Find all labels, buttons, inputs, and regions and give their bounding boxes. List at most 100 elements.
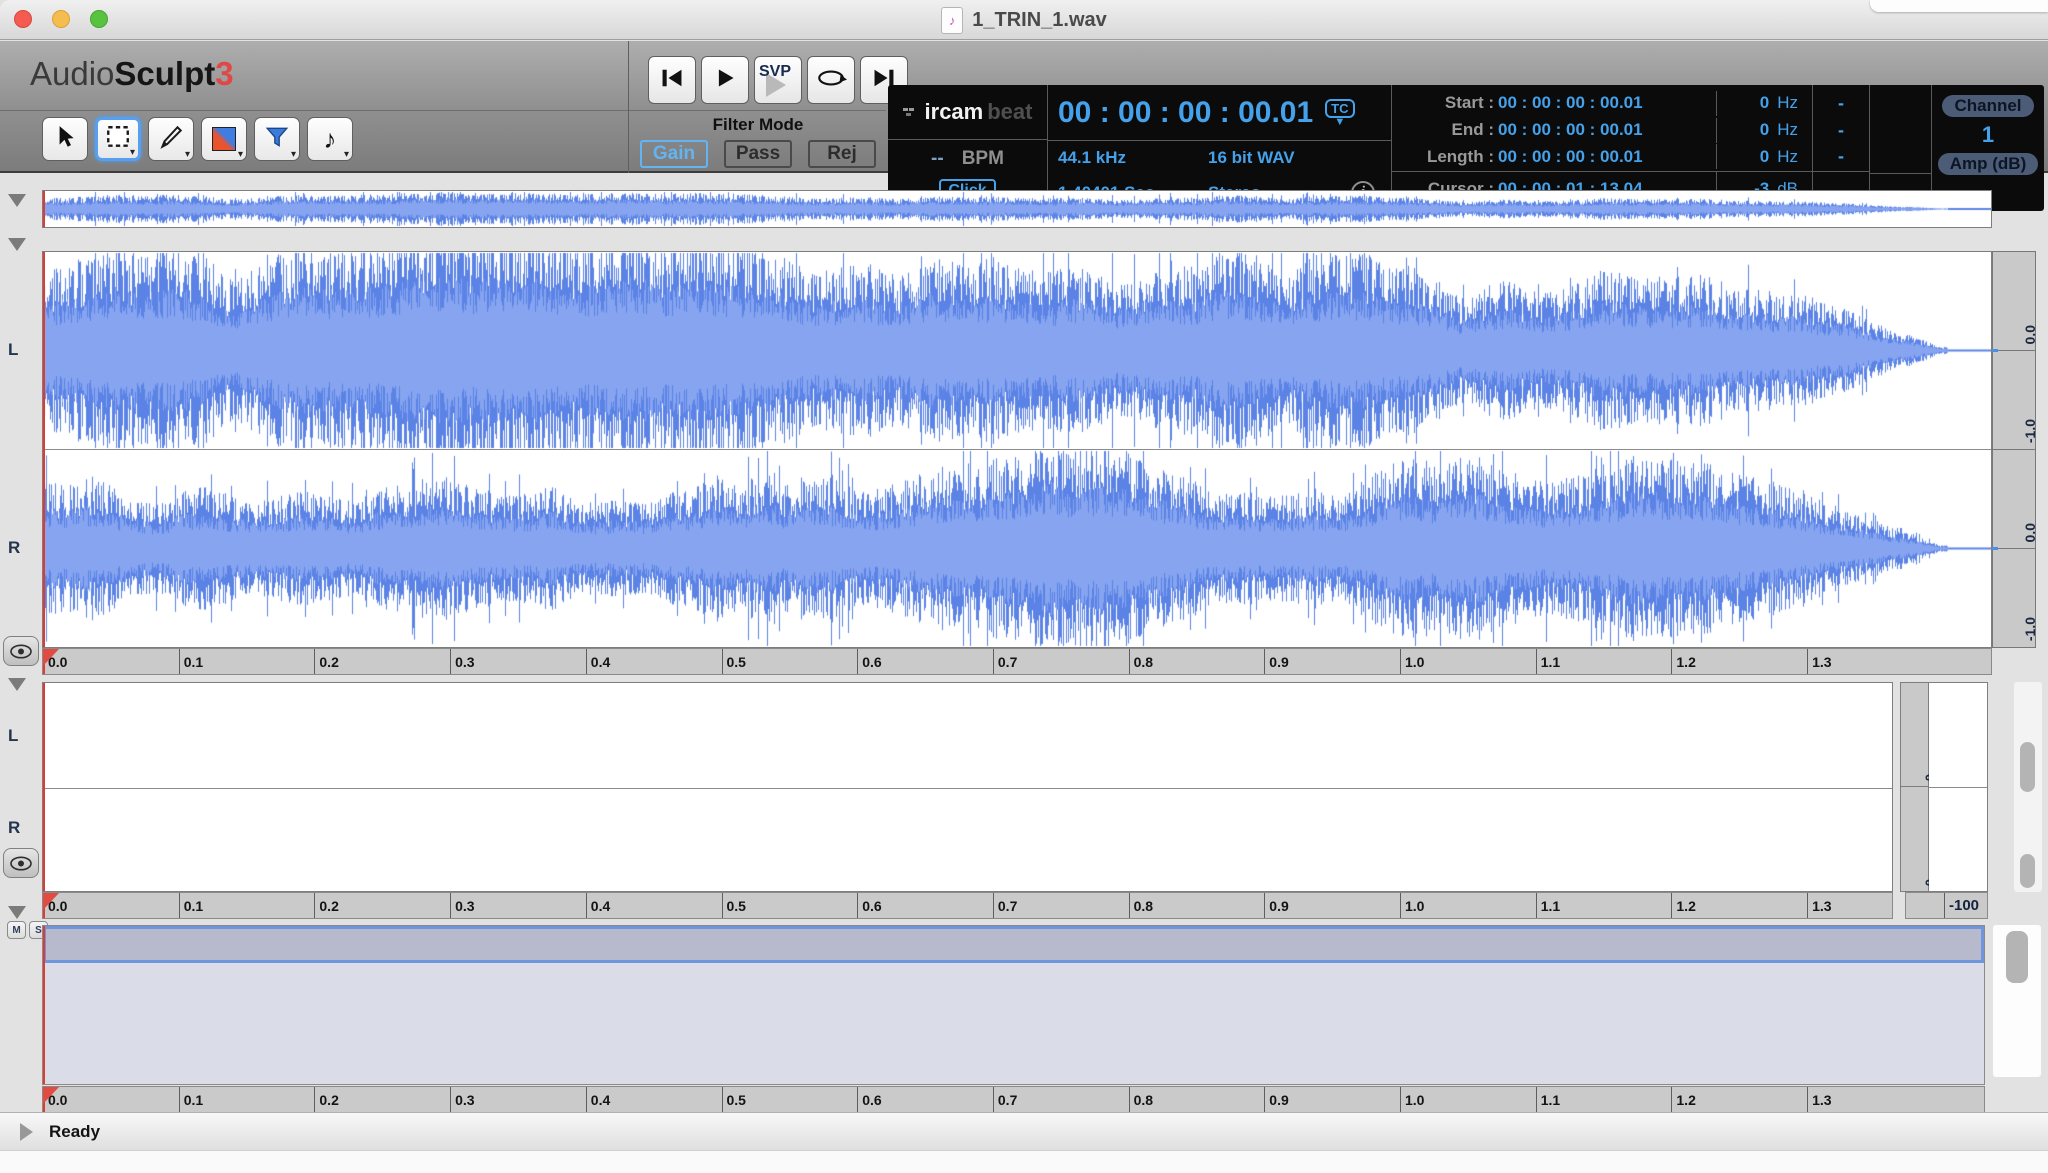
skip-start-icon [659, 67, 685, 94]
overview-waveform[interactable] [43, 191, 1991, 227]
app-logo-accent: 3 [215, 55, 233, 92]
sonogram-gradient-icon [212, 127, 236, 151]
ruler-tick-label: 0.9 [1264, 649, 1288, 674]
time-ruler-track[interactable]: 0.00.10.20.30.40.50.60.70.80.91.01.11.21… [42, 1086, 1985, 1113]
marquee-selection-tool-button[interactable]: ▾ [95, 117, 141, 161]
filter-rej-button[interactable]: Rej [808, 140, 876, 168]
mid-scale-box: 0 0 [1900, 682, 1988, 892]
scrollbar-thumb[interactable] [2006, 931, 2028, 983]
amp-scale-label: 0.0 [2022, 325, 2038, 344]
track-scrollbar-track[interactable] [1993, 925, 2041, 1077]
music-note-icon: ♪ [324, 126, 337, 152]
mainview-disclosure-icon[interactable] [8, 238, 26, 251]
end-extra: - [1813, 118, 1869, 143]
left-channel-waveform[interactable] [43, 252, 1991, 449]
tool-dropdown-icon: ▾ [344, 151, 349, 159]
ircam-blocks-icon [903, 106, 921, 118]
trackview-disclosure-icon[interactable] [8, 906, 26, 919]
main-timecode: 00 : 00 : 00 : 00.01 [1058, 96, 1313, 130]
ruler-tick-label: 0.6 [857, 1087, 881, 1112]
midview-disclosure-icon[interactable] [8, 678, 26, 691]
ruler-tick-label: 0.2 [314, 649, 338, 674]
sonogram-tool-button[interactable]: ▾ [201, 117, 247, 161]
length-freq-unit: Hz [1777, 147, 1798, 167]
scrollbar-thumb[interactable] [2020, 854, 2035, 888]
length-extra: - [1813, 144, 1869, 169]
filter-pass-button[interactable]: Pass [724, 140, 792, 168]
eye-icon [8, 643, 34, 660]
brand-ircam: ircam [925, 99, 984, 125]
funnel-icon [264, 124, 290, 155]
mid-scale-display [1929, 683, 1987, 891]
filter-tool-button[interactable]: ▾ [254, 117, 300, 161]
ruler-tick-label: 0.7 [993, 893, 1017, 918]
mid-scrollbar-track[interactable] [2014, 682, 2042, 892]
status-disclosure-icon[interactable] [20, 1123, 33, 1141]
app-logo-bold: Sculpt [114, 55, 215, 92]
ruler-tick-label: 1.3 [1807, 1087, 1831, 1112]
note-tool-button[interactable]: ♪ ▾ [307, 117, 353, 161]
mid-left-channel-label: L [8, 726, 18, 746]
start-freq: 0 [1760, 93, 1769, 113]
timecode-format-toggle[interactable]: TC ▼ [1325, 99, 1354, 127]
mid-analysis-panel[interactable] [42, 682, 1893, 892]
window-bottom-strip [0, 1150, 2048, 1173]
eye-visibility-button[interactable] [3, 636, 39, 666]
ruler-tick-label: 0.1 [179, 1087, 203, 1112]
track-lane-header[interactable] [43, 926, 1984, 963]
tc-badge[interactable]: TC [1325, 99, 1354, 118]
play-button[interactable] [701, 56, 749, 104]
ruler-tick-label: 0.8 [1129, 893, 1153, 918]
time-ruler-main[interactable]: 0.00.10.20.30.40.50.60.70.80.91.01.11.21… [42, 648, 1992, 675]
eye-visibility-button[interactable] [3, 848, 39, 878]
ruler-tick-label: 1.3 [1807, 649, 1831, 674]
pencil-tool-button[interactable]: ▾ [148, 117, 194, 161]
marquee-selection-icon [105, 125, 131, 154]
end-freq: 0 [1760, 120, 1769, 140]
filter-gain-button[interactable]: Gain [640, 140, 708, 168]
mute-button[interactable]: M [7, 921, 26, 939]
overview-waveform-panel[interactable] [42, 190, 1992, 228]
ruler-tick-label: 1.2 [1671, 649, 1695, 674]
cursor-arrow-icon [52, 124, 78, 155]
window-title-group: ♪ 1_TRIN_1.wav [0, 0, 2048, 40]
titlebar[interactable]: ♪ 1_TRIN_1.wav [0, 0, 2048, 40]
amp-scale-label: -1.0 [2022, 419, 2038, 443]
playhead-cursor [43, 926, 45, 1084]
svp-play-button[interactable]: SVP [754, 56, 802, 104]
overview-disclosure-icon[interactable] [8, 194, 26, 207]
ruler-tick-label: 0.9 [1264, 1087, 1288, 1112]
scrollbar-thumb[interactable] [2020, 742, 2035, 792]
channel-divider [43, 788, 1892, 789]
ruler-tick-label: 0.9 [1264, 893, 1288, 918]
db-scale-cell: -100 [1905, 892, 1988, 919]
time-ruler-mid[interactable]: 0.00.10.20.30.40.50.60.70.80.91.01.11.21… [42, 892, 1893, 919]
skip-to-start-button[interactable] [648, 56, 696, 104]
main-left-channel-label: L [8, 340, 18, 360]
ruler-tick-label: 0.4 [586, 1087, 610, 1112]
main-waveform-panel[interactable] [42, 251, 1992, 648]
channel-pill: Channel [1942, 95, 2033, 117]
toolbar-divider-vertical [628, 41, 629, 173]
ruler-tick-label: 1.0 [1400, 649, 1424, 674]
ruler-tick-label: 0.1 [179, 893, 203, 918]
bpm-value: -- [931, 148, 944, 170]
right-channel-waveform[interactable] [43, 450, 1991, 647]
ruler-tick-label: 1.2 [1671, 893, 1695, 918]
arrow-tool-button[interactable] [42, 117, 88, 161]
tool-palette: ▾ ▾ ▾ ▾ ♪ ▾ [42, 117, 353, 161]
ruler-tick-label: 0.3 [450, 1087, 474, 1112]
ruler-tick-label: 1.3 [1807, 893, 1831, 918]
amp-scale-label: -1.0 [2022, 617, 2038, 641]
ruler-tick-label: 0.4 [586, 649, 610, 674]
start-freq-unit: Hz [1777, 93, 1798, 113]
play-icon [714, 67, 736, 94]
end-time: 00 : 00 : 00 : 00.01 [1498, 120, 1716, 140]
mid-db-scale: 0 0 [1901, 683, 1929, 891]
ruler-tick-label: 0.6 [857, 649, 881, 674]
start-time: 00 : 00 : 00 : 00.01 [1498, 93, 1716, 113]
main-right-channel-label: R [8, 538, 20, 558]
track-lane-panel[interactable] [42, 925, 1985, 1085]
loop-button[interactable] [807, 56, 855, 104]
ruler-tick-label: 1.2 [1671, 1087, 1695, 1112]
